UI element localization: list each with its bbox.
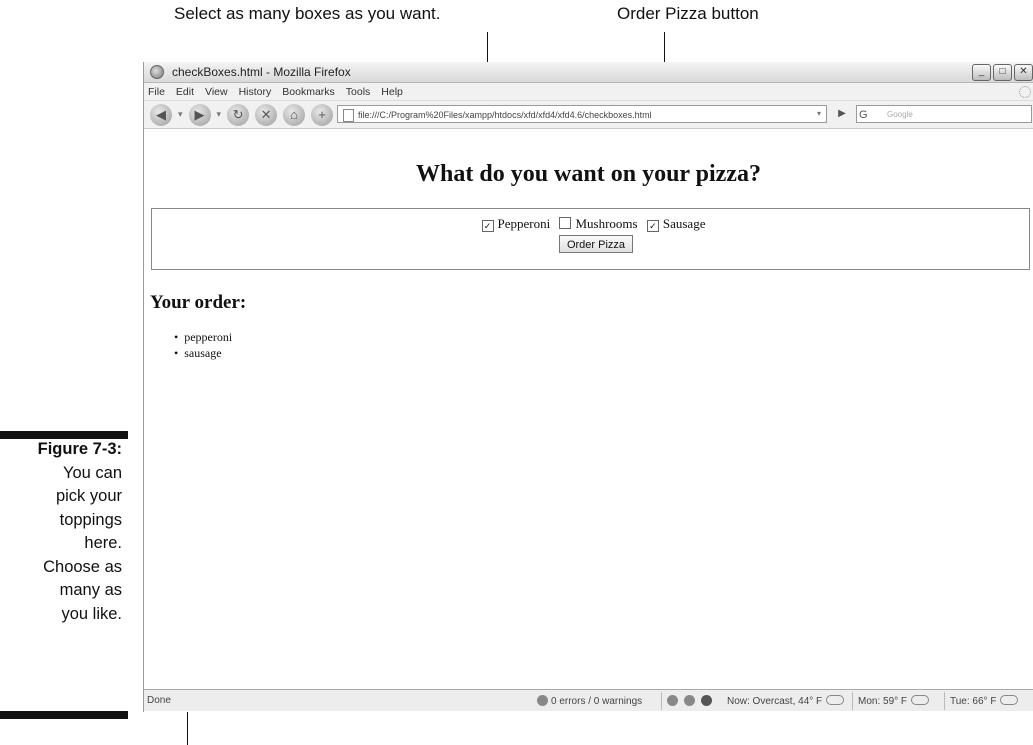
pepperoni-label: Pepperoni [497, 216, 551, 231]
address-dropdown-icon[interactable]: ▾ [809, 105, 829, 123]
check-icon [537, 695, 548, 706]
firefox-icon [150, 65, 164, 79]
divider [944, 692, 945, 710]
page-heading: What do you want on your pizza? [416, 161, 761, 187]
error-console-status[interactable]: 0 errors / 0 warnings [537, 695, 642, 707]
reload-icon[interactable]: ↻ [227, 103, 250, 126]
caption-line: toppings [59, 510, 122, 529]
list-item: sausage [174, 345, 232, 361]
toppings-row: ✓ Pepperoni Mushrooms ✓ Sausage [152, 216, 1029, 232]
order-heading: Your order: [150, 292, 247, 313]
status-text: Done [147, 695, 171, 706]
throbber-icon [1019, 86, 1031, 98]
caption-line: You can [62, 463, 122, 482]
weather-mon[interactable]: Mon: 59° F [858, 695, 930, 707]
pepperoni-checkbox[interactable]: ✓ [481, 220, 494, 232]
minimize-button[interactable]: _ [972, 64, 991, 81]
menu-tools[interactable]: Tools [346, 86, 371, 98]
menu-bookmarks[interactable]: Bookmarks [282, 86, 335, 98]
maximize-button[interactable]: □ [993, 64, 1012, 81]
settings-icon[interactable] [683, 695, 695, 706]
title-bar: checkBoxes.html - Mozilla Firefox _ □ ✕ [144, 62, 1033, 83]
navigation-toolbar: ◀ ▾ ▶ ▾ ↻ ✕ ⌂ + file:///C:/Program%20Fil… [144, 101, 1033, 129]
menu-edit[interactable]: Edit [176, 86, 194, 98]
menu-bar: File Edit View History Bookmarks Tools H… [144, 83, 1033, 101]
close-button[interactable]: ✕ [1014, 64, 1033, 81]
mushrooms-checkbox[interactable] [559, 217, 572, 229]
home-icon[interactable]: ⌂ [283, 103, 306, 126]
order-list: pepperoni sausage [174, 329, 232, 361]
menu-history[interactable]: History [239, 86, 272, 98]
menu-view[interactable]: View [205, 86, 228, 98]
partly-cloudy-icon [1000, 695, 1019, 705]
window-controls: _ □ ✕ [972, 64, 1033, 81]
search-engine-icon[interactable]: G [859, 107, 868, 123]
globe-icon[interactable] [700, 695, 712, 706]
caption-line: many as [59, 581, 122, 599]
stop-icon[interactable]: ✕ [255, 103, 278, 126]
callout-checkboxes: Select as many boxes as you want. [174, 4, 441, 23]
window-title: checkBoxes.html - Mozilla Firefox [172, 65, 351, 79]
weather-now[interactable]: Now: Overcast, 44° F [727, 695, 845, 707]
weather-now-text: Now: Overcast, 44° F [727, 696, 823, 707]
go-icon[interactable]: ▶ [834, 106, 850, 122]
back-icon[interactable]: ◀ [150, 103, 172, 126]
forward-icon[interactable]: ▶ [188, 103, 211, 126]
back-dropdown-icon[interactable]: ▾ [178, 109, 183, 120]
forward-dropdown-icon[interactable]: ▾ [217, 109, 222, 120]
new-tab-icon[interactable]: + [311, 103, 334, 126]
caption-line: here. [84, 534, 122, 552]
callout-order-button: Order Pizza button [617, 4, 759, 23]
figure-caption: Figure 7-3: You can pick your toppings h… [0, 438, 122, 626]
address-text: file:///C:/Program%20Files/xampp/htdocs/… [358, 110, 652, 120]
caption-line: you like. [61, 604, 122, 623]
gear-icon[interactable] [667, 695, 678, 706]
partly-cloudy-icon [911, 695, 930, 705]
caption-line: pick your [55, 487, 122, 505]
menu-help[interactable]: Help [381, 86, 403, 98]
page-content: What do you want on your pizza? ✓ Peppero… [144, 149, 1033, 689]
divider [852, 692, 853, 710]
addon-icons [667, 695, 715, 707]
search-input[interactable]: G Google [856, 105, 1032, 123]
page-icon [343, 109, 354, 122]
weather-tue-text: Tue: 66° F [950, 696, 997, 707]
divider [661, 692, 662, 710]
figure-label: Figure 7-3: [37, 440, 122, 458]
sausage-checkbox[interactable]: ✓ [646, 220, 659, 232]
order-pizza-button[interactable]: Order Pizza [559, 235, 633, 253]
sausage-label: Sausage [662, 216, 706, 231]
caption-line: Choose as [43, 557, 122, 576]
browser-window: checkBoxes.html - Mozilla Firefox _ □ ✕ … [143, 62, 1033, 712]
caption-bar-bottom [0, 711, 128, 719]
list-item: pepperoni [174, 329, 232, 345]
cloud-icon [826, 695, 845, 705]
search-placeholder: Google [887, 110, 913, 119]
menu-file[interactable]: File [148, 86, 165, 98]
address-bar[interactable]: file:///C:/Program%20Files/xampp/htdocs/… [337, 105, 827, 123]
weather-mon-text: Mon: 59° F [858, 696, 908, 707]
status-bar: Done 0 errors / 0 warnings Now: Overcast… [144, 689, 1033, 711]
toppings-fieldset: ✓ Pepperoni Mushrooms ✓ Sausage Order Pizz… [151, 208, 1030, 270]
errors-text: 0 errors / 0 warnings [551, 696, 643, 707]
mushrooms-label: Mushrooms [575, 216, 638, 231]
weather-tue[interactable]: Tue: 66° F [950, 695, 1019, 707]
